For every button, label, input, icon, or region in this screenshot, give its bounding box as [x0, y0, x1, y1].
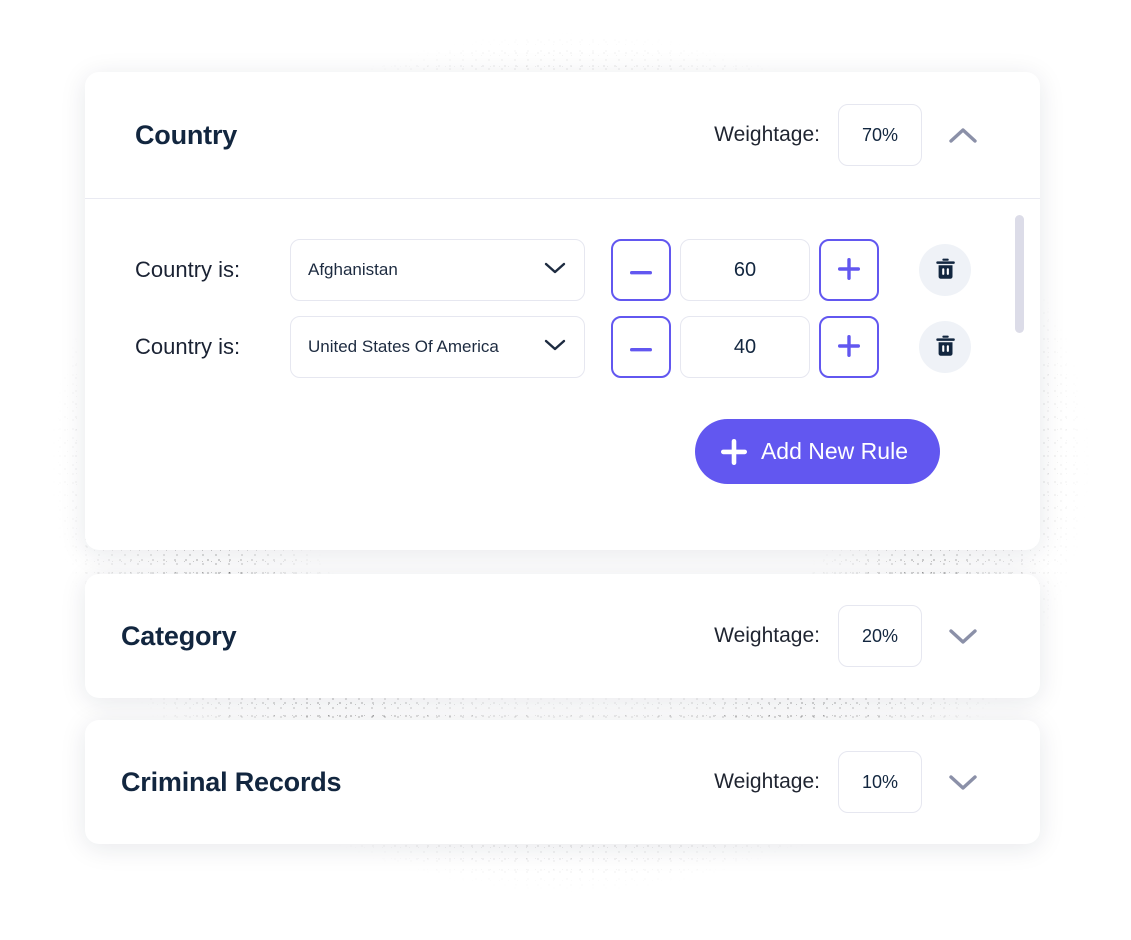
panel-country: Country Weightage: 70% Country is: Afgha… — [85, 72, 1040, 550]
weightage-input[interactable]: 10% — [838, 751, 922, 813]
score-input[interactable]: 60 — [680, 239, 810, 301]
delete-rule-button[interactable] — [919, 244, 971, 296]
panel-category[interactable]: Category Weightage: 20% — [85, 574, 1040, 698]
chevron-down-icon — [948, 773, 978, 791]
panel-criminal-records-title: Criminal Records — [121, 766, 342, 797]
weightage-label: Weightage: — [714, 123, 820, 146]
country-select-value: Afghanistan — [308, 260, 398, 279]
country-select[interactable]: Afghanistan — [290, 239, 585, 301]
panel-criminal-records[interactable]: Criminal Records Weightage: 10% — [85, 720, 1040, 844]
decrement-button[interactable] — [611, 239, 671, 301]
chevron-down-icon — [544, 261, 566, 280]
chevron-down-icon — [948, 627, 978, 645]
rule-label: Country is: — [135, 334, 241, 359]
score-stepper: 60 — [611, 239, 879, 301]
trash-icon — [935, 335, 956, 360]
chevron-down-icon — [544, 338, 566, 357]
rules-scrollbar[interactable] — [1015, 215, 1024, 465]
trash-icon — [935, 258, 956, 283]
minus-icon — [630, 340, 652, 355]
increment-button[interactable] — [819, 316, 879, 378]
rule-label: Country is: — [135, 257, 241, 282]
delete-rule-button[interactable] — [919, 321, 971, 373]
add-new-rule-button[interactable]: Add New Rule — [694, 419, 940, 484]
panel-expand-toggle[interactable] — [938, 611, 988, 661]
score-stepper: 40 — [611, 316, 879, 378]
score-input[interactable]: 40 — [680, 316, 810, 378]
table-row: Country is: Afghanistan 60 — [85, 239, 1040, 301]
panel-country-body: Country is: Afghanistan 60 Country is: U… — [85, 199, 1040, 484]
page-title: Country — [135, 119, 238, 150]
country-select-value: United States Of America — [308, 337, 499, 356]
weightage-label: Weightage: — [714, 624, 820, 647]
plus-icon — [838, 257, 860, 283]
panel-expand-toggle[interactable] — [938, 757, 988, 807]
table-row: Country is: United States Of America 40 — [85, 316, 1040, 378]
add-new-rule-label: Add New Rule — [760, 438, 908, 464]
rules-panel-stack: Country Weightage: 70% Country is: Afgha… — [85, 72, 1040, 866]
increment-button[interactable] — [819, 239, 879, 301]
minus-icon — [630, 263, 652, 278]
country-select[interactable]: United States Of America — [290, 316, 585, 378]
plus-icon — [720, 438, 747, 465]
weightage-input[interactable]: 20% — [838, 605, 922, 667]
panel-country-header[interactable]: Country Weightage: 70% — [85, 72, 1040, 199]
plus-icon — [838, 334, 860, 360]
add-rule-row: Add New Rule — [85, 393, 990, 484]
decrement-button[interactable] — [611, 316, 671, 378]
panel-category-title: Category — [121, 620, 237, 651]
weightage-label: Weightage: — [714, 770, 820, 793]
panel-collapse-toggle[interactable] — [938, 110, 988, 160]
rules-scrollbar-thumb[interactable] — [1015, 215, 1024, 333]
chevron-up-icon — [948, 126, 978, 144]
weightage-input[interactable]: 70% — [838, 104, 922, 166]
